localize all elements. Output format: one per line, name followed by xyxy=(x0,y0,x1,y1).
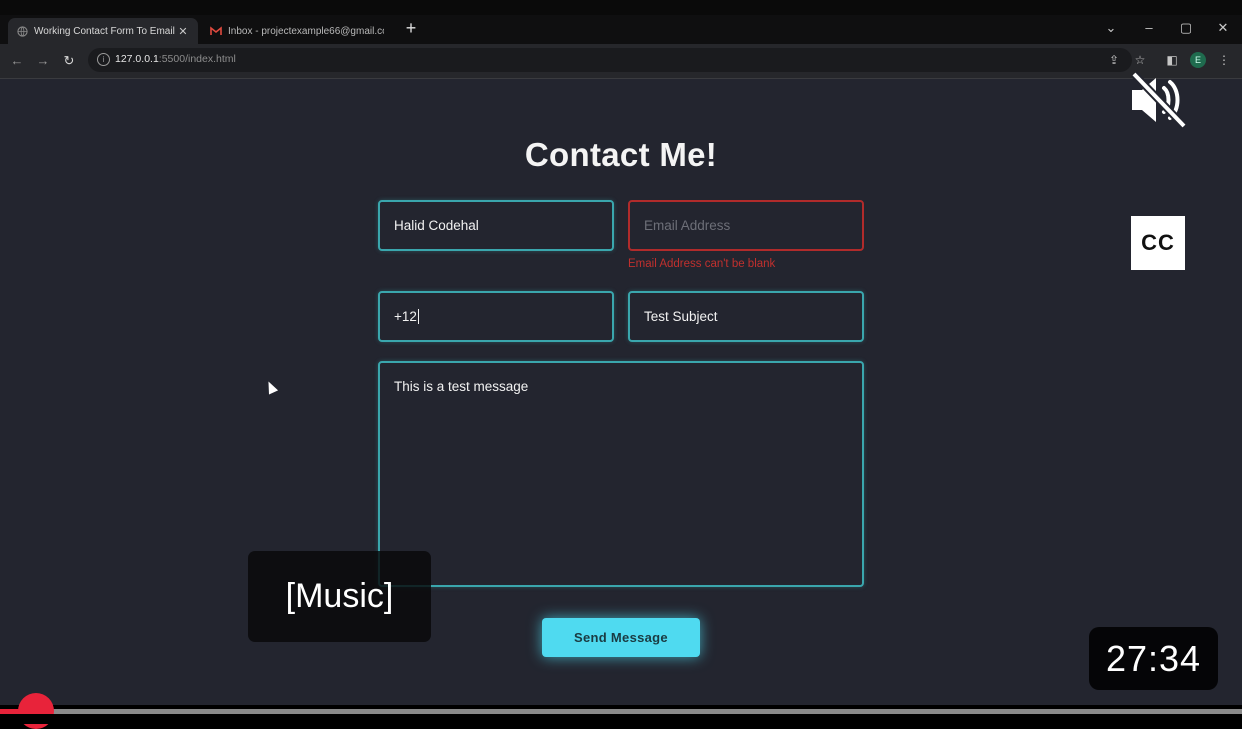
gmail-icon xyxy=(210,25,222,37)
url-path: :5500/index.html xyxy=(158,53,236,65)
phone-field[interactable]: +12 xyxy=(378,291,614,342)
url-host: 127.0.0.1 xyxy=(115,53,159,65)
tab-search-chevron-icon[interactable]: ⌄ xyxy=(1099,17,1123,39)
muted-speaker-icon[interactable] xyxy=(1128,70,1188,130)
subject-field[interactable]: Test Subject xyxy=(628,291,864,342)
share-icon[interactable]: ⇪ xyxy=(1105,51,1123,69)
text-caret xyxy=(417,309,419,324)
page-title: Contact Me! xyxy=(524,136,718,173)
mouse-pointer-icon xyxy=(263,379,279,395)
name-field[interactable]: Halid Codehal xyxy=(378,200,614,251)
subject-value: Test Subject xyxy=(644,309,718,324)
tab-title: Inbox - projectexample66@gmail.com xyxy=(228,25,384,37)
phone-value: +12 xyxy=(394,309,417,324)
email-error-message: Email Address can't be blank xyxy=(628,258,776,270)
globe-icon xyxy=(16,25,28,37)
email-placeholder: Email Address xyxy=(644,218,731,233)
close-window-button[interactable]: ✕ xyxy=(1211,17,1235,39)
more-menu-icon[interactable]: ⋮ xyxy=(1215,51,1233,69)
url-text: 127.0.0.1:5500/index.html xyxy=(115,53,236,65)
bottom-strip xyxy=(0,714,1242,724)
send-message-button[interactable]: Send Message xyxy=(542,618,700,657)
tab-gmail-inbox[interactable]: Inbox - projectexample66@gmail.com xyxy=(202,18,392,44)
top-strip xyxy=(0,0,1242,15)
message-value: This is a test message xyxy=(394,379,529,394)
email-field[interactable]: Email Address xyxy=(628,200,864,251)
address-bar[interactable]: i 127.0.0.1:5500/index.html xyxy=(88,48,1132,72)
side-panel-icon[interactable]: ◧ xyxy=(1163,51,1181,69)
browser-toolbar: ← → ↻ i 127.0.0.1:5500/index.html ⇪ ☆ ◧ … xyxy=(0,44,1242,79)
tab-contact-form[interactable]: Working Contact Form To Email ✕ xyxy=(8,18,198,44)
close-tab-icon[interactable]: ✕ xyxy=(176,25,190,38)
message-textarea[interactable]: This is a test message xyxy=(378,361,864,587)
star-bookmark-icon[interactable]: ☆ xyxy=(1131,51,1149,69)
minimize-button[interactable]: – xyxy=(1137,17,1161,39)
tab-bar: Working Contact Form To Email ✕ Inbox - … xyxy=(0,15,1242,44)
name-value: Halid Codehal xyxy=(394,218,479,233)
reload-icon[interactable]: ↻ xyxy=(60,52,78,70)
new-tab-button[interactable]: + xyxy=(400,17,422,39)
forward-arrow-icon[interactable]: → xyxy=(34,52,52,70)
video-timestamp: 27:34 xyxy=(1089,627,1218,690)
closed-captions-icon[interactable]: CC xyxy=(1131,216,1185,270)
site-info-icon[interactable]: i xyxy=(97,53,110,66)
page-viewport: Contact Me! Halid Codehal Email Address … xyxy=(0,79,1242,705)
back-arrow-icon[interactable]: ← xyxy=(8,52,26,70)
caption-overlay: [Music] xyxy=(248,551,431,642)
tab-title: Working Contact Form To Email xyxy=(34,25,175,37)
profile-avatar[interactable]: E xyxy=(1190,52,1206,68)
restore-button[interactable]: ▢ xyxy=(1174,17,1198,39)
